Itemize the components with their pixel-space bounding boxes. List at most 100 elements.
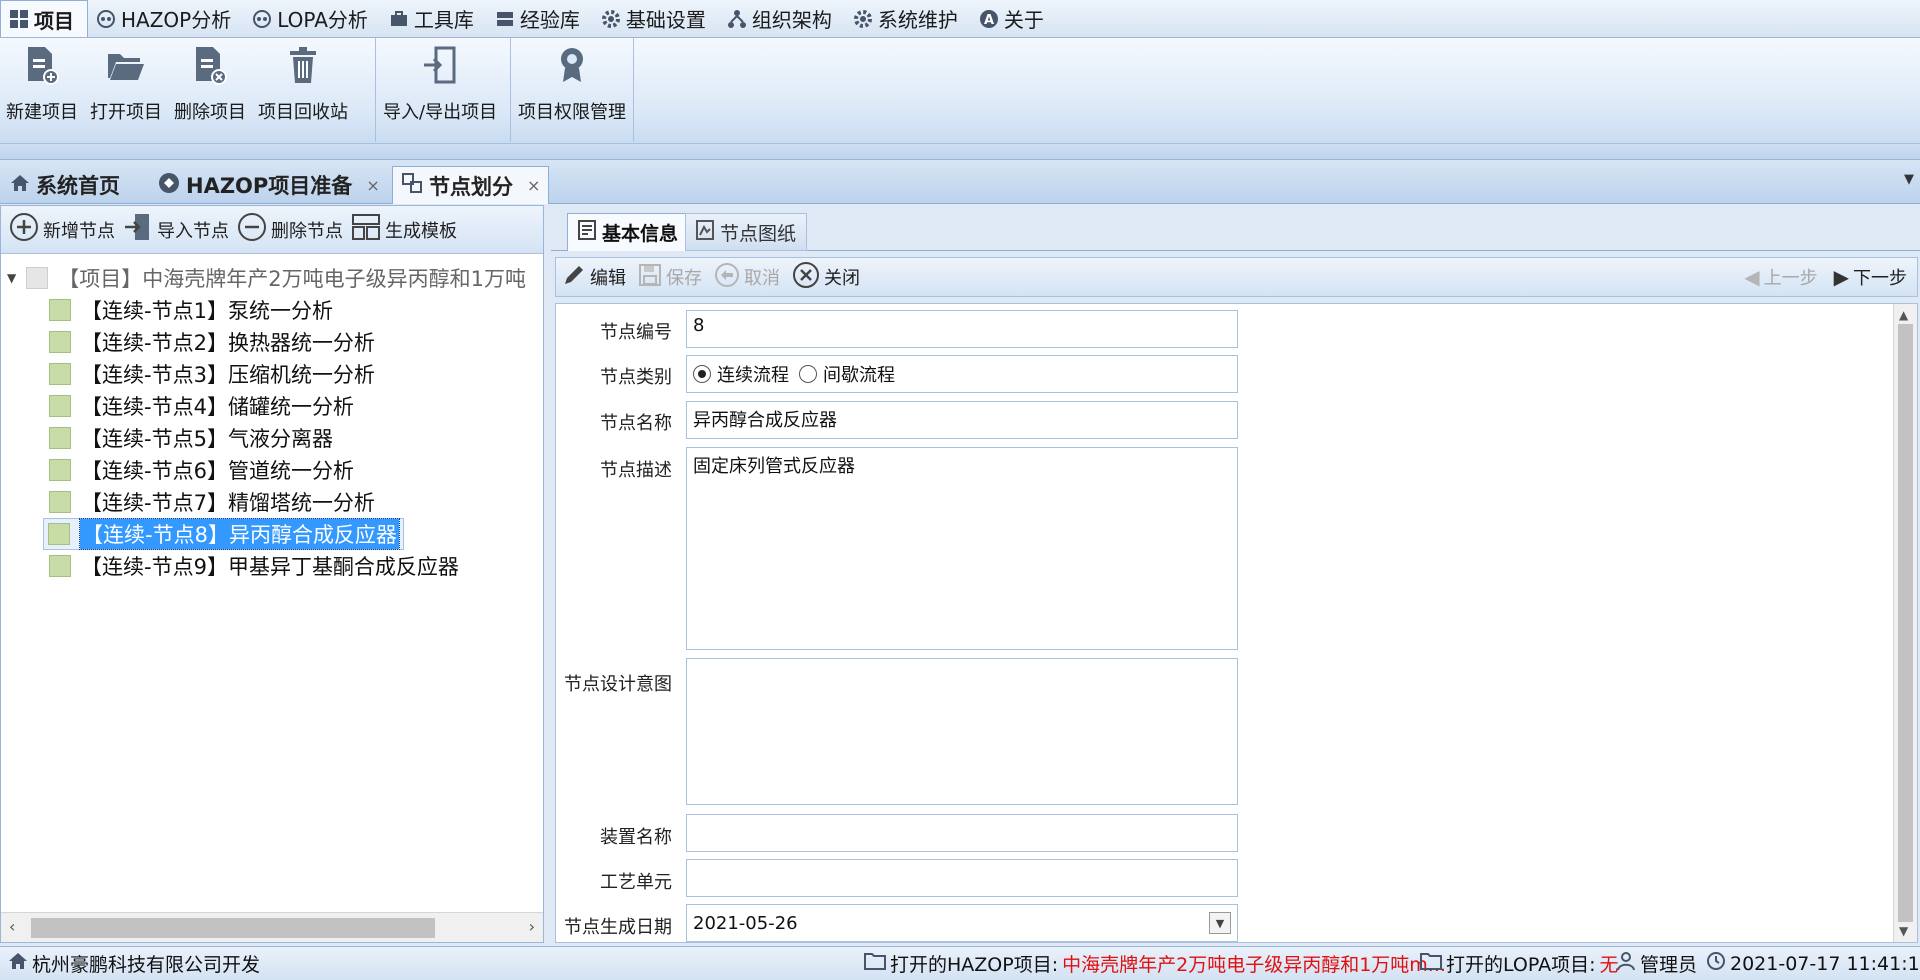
add-node-button[interactable]: 新增节点 [9, 212, 115, 247]
scrollbar-thumb[interactable] [31, 918, 435, 938]
tree-node-label: 【连续-节点3】压缩机统一分析 [81, 363, 375, 387]
close-button[interactable]: 关闭 [792, 261, 860, 294]
tree-node-item[interactable]: 【连续-节点2】换热器统一分析 [49, 326, 375, 358]
vertical-scrollbar[interactable]: ▲ ▼ [1893, 304, 1917, 942]
device-name-label: 装置名称 [600, 827, 672, 848]
delete-project-button[interactable]: 删除项目 [168, 38, 252, 142]
delete-document-icon [189, 42, 231, 88]
scroll-left-icon[interactable]: ‹ [9, 917, 15, 936]
document-tab-bar: 系统首页 HAZOP项目准备 × 节点划分 × ▼ [0, 160, 1920, 204]
generate-template-button[interactable]: 生成模板 [351, 212, 457, 247]
recycle-bin-button[interactable]: 项目回收站 [252, 38, 354, 142]
tree-root-project[interactable]: ▼ 【项目】中海壳牌年产2万吨电子级异丙醇和1万吨 [7, 262, 526, 294]
design-intent-label: 节点设计意图 [564, 674, 672, 695]
device-name-field[interactable] [686, 814, 1238, 852]
tree-node-label: 【连续-节点4】储罐统一分析 [81, 395, 354, 419]
tree-node-item[interactable]: 【连续-节点5】气液分离器 [49, 422, 333, 454]
new-project-button[interactable]: 新建项目 [0, 38, 84, 142]
menu-org-structure[interactable]: 组织架构 [719, 0, 845, 37]
status-open-hazop: 打开的HAZOP项目: 中海壳牌年产2万吨电子级异丙醇和1万吨m... [864, 950, 1446, 977]
node-type-field: 连续流程 间歇流程 [686, 355, 1238, 393]
status-datetime: 2021-07-17 11:41:18 [1706, 951, 1920, 976]
tab-hazop-preparation[interactable]: HAZOP项目准备 × [150, 166, 388, 204]
node-number-label: 节点编号 [600, 322, 672, 343]
tree-node-item[interactable]: 【连续-节点4】储罐统一分析 [49, 390, 354, 422]
tree-node-item[interactable]: 【连续-节点6】管道统一分析 [49, 454, 354, 486]
ribbon-collapse-strip [0, 144, 1920, 160]
node-leaf-icon [49, 363, 71, 385]
close-tab-icon[interactable]: × [527, 176, 540, 195]
node-description-textarea[interactable]: 固定床列管式反应器 [686, 447, 1238, 650]
menu-lopa[interactable]: LOPA分析 [244, 0, 381, 37]
user-icon [1616, 951, 1636, 976]
tab-system-home[interactable]: 系统首页 [2, 166, 128, 204]
save-icon [638, 263, 662, 292]
menu-experience-library[interactable]: 经验库 [487, 0, 593, 37]
close-circle-icon [792, 261, 820, 294]
import-node-button[interactable]: 导入节点 [123, 212, 229, 247]
edit-button[interactable]: 编辑 [562, 263, 626, 292]
status-user: 管理员 [1616, 950, 1697, 977]
form-icon [578, 220, 596, 245]
node-name-field[interactable]: 异丙醇合成反应器 [686, 401, 1238, 439]
node-leaf-icon [49, 491, 71, 513]
scroll-right-icon[interactable]: › [529, 917, 535, 936]
status-company: 杭州豪鹏科技有限公司开发 [8, 950, 260, 977]
previous-step-button[interactable]: ◀ 上一步 [1744, 264, 1817, 290]
menu-toolbox[interactable]: 工具库 [381, 0, 487, 37]
clock-icon [1706, 951, 1726, 976]
tab-node-division[interactable]: 节点划分 × [392, 166, 550, 204]
node-detail-panel: 基本信息 节点图纸 编辑 保存 取消 关闭 ◀ 上一步 ▶ 下一步 节点编号 8… [551, 205, 1920, 943]
save-button[interactable]: 保存 [638, 263, 702, 292]
delete-node-button[interactable]: 删除节点 [237, 212, 343, 247]
tree-node-item[interactable]: 【连续-节点1】泵统一分析 [49, 294, 333, 326]
award-icon [551, 42, 593, 88]
home-icon [10, 173, 30, 198]
node-basic-info-form: 节点编号 8 节点类别 连续流程 间歇流程 节点名称 异丙醇合成反应器 节点描述… [555, 303, 1918, 943]
tab-list-dropdown-icon[interactable]: ▼ [1904, 172, 1914, 187]
menu-about[interactable]: A 关于 [971, 0, 1057, 37]
scroll-down-icon[interactable]: ▼ [1899, 924, 1908, 938]
tab-basic-info[interactable]: 基本信息 [567, 213, 690, 251]
process-unit-field[interactable] [686, 859, 1238, 897]
open-project-button[interactable]: 打开项目 [84, 38, 168, 142]
tree-node-item[interactable]: 【连续-节点3】压缩机统一分析 [49, 358, 375, 390]
tree-node-item[interactable]: 【连续-节点9】甲基异丁基酮合成反应器 [49, 550, 459, 582]
ribbon-group-permissions: 项目权限管理 [512, 38, 634, 142]
horizontal-scrollbar[interactable]: ‹ › [1, 912, 543, 942]
node-type-label: 节点类别 [600, 367, 672, 388]
tree-node-label: 【连续-节点5】气液分离器 [81, 427, 333, 451]
radio-continuous[interactable]: 连续流程 [693, 361, 789, 387]
scrollbar-thumb[interactable] [1898, 324, 1913, 922]
menu-project[interactable]: 项目 [0, 0, 88, 37]
node-leaf-icon [49, 459, 71, 481]
tree-node-item[interactable]: 【连续-节点7】精馏塔统一分析 [49, 486, 375, 518]
tree-expand-icon[interactable]: ▼ [7, 271, 16, 285]
design-intent-textarea[interactable] [686, 658, 1238, 805]
gear-icon [853, 9, 873, 29]
chevron-down-icon[interactable]: ▼ [1209, 912, 1231, 934]
node-detail-tabs: 基本信息 节点图纸 [551, 205, 1920, 251]
scroll-up-icon[interactable]: ▲ [1899, 308, 1908, 322]
generation-date-picker[interactable]: 2021-05-26 ▼ [686, 904, 1238, 942]
generation-date-label: 节点生成日期 [564, 917, 672, 938]
menu-hazop[interactable]: HAZOP分析 [88, 0, 244, 37]
menu-basic-settings[interactable]: 基础设置 [593, 0, 719, 37]
hazop-icon [96, 9, 116, 29]
next-step-button[interactable]: ▶ 下一步 [1834, 264, 1907, 290]
node-number-field[interactable]: 8 [686, 310, 1238, 348]
import-export-icon [419, 42, 461, 88]
tree-node-item[interactable]: 【连续-节点8】异丙醇合成反应器 [43, 518, 404, 550]
project-permissions-button[interactable]: 项目权限管理 [512, 38, 632, 142]
node-leaf-icon [49, 395, 71, 417]
import-icon [123, 212, 153, 247]
minus-circle-icon [237, 212, 267, 247]
cancel-button[interactable]: 取消 [714, 262, 780, 293]
import-export-button[interactable]: 导入/导出项目 [377, 38, 503, 142]
radio-unselected-icon [799, 365, 817, 383]
drawing-icon [696, 219, 714, 245]
close-tab-icon[interactable]: × [366, 176, 379, 195]
menu-system-maintenance[interactable]: 系统维护 [845, 0, 971, 37]
radio-batch[interactable]: 间歇流程 [799, 361, 895, 387]
tab-node-drawing[interactable]: 节点图纸 [685, 213, 808, 251]
